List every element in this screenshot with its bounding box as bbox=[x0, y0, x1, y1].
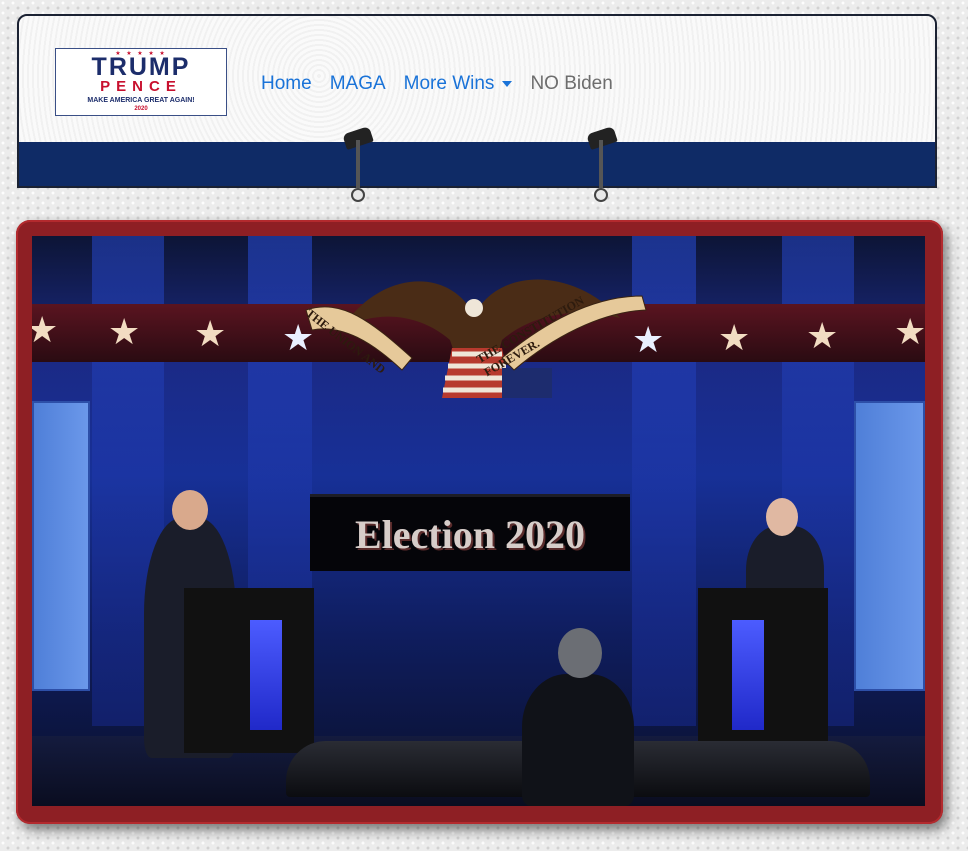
right-podium bbox=[698, 588, 828, 753]
title-screen: Election 2020 bbox=[310, 494, 630, 571]
nav-no-biden-link[interactable]: NO Biden bbox=[530, 73, 612, 95]
chevron-down-icon bbox=[502, 81, 513, 87]
star-icon: ★ bbox=[32, 309, 59, 350]
left-candidate-head bbox=[172, 490, 208, 530]
stage-title: Election 2020 bbox=[355, 512, 585, 557]
nav-more-wins-dropdown[interactable]: More Wins bbox=[404, 73, 513, 95]
star-icon: ★ bbox=[894, 311, 925, 352]
campaign-logo[interactable]: ★ ★ ★ ★ ★ TRUMP PENCE MAKE AMERICA GREAT… bbox=[55, 48, 227, 116]
star-icon: ★ bbox=[108, 311, 141, 352]
nav-maga-link[interactable]: MAGA bbox=[330, 73, 386, 95]
nav-home-link[interactable]: Home bbox=[261, 73, 312, 95]
navbar: ★ ★ ★ ★ ★ TRUMP PENCE MAKE AMERICA GREAT… bbox=[17, 14, 937, 188]
logo-year: 2020 bbox=[134, 106, 148, 112]
left-constitution-panel bbox=[32, 401, 90, 691]
moderator-head bbox=[558, 628, 602, 678]
moderator-figure bbox=[522, 674, 634, 806]
star-icon: ★ bbox=[806, 315, 839, 356]
hanger-ring-icon bbox=[351, 188, 365, 202]
star-icon: ★ bbox=[194, 313, 227, 354]
nav-accent-strip bbox=[19, 142, 935, 186]
nav-links: Home MAGA More Wins NO Biden bbox=[261, 73, 631, 95]
podium-light bbox=[250, 620, 282, 730]
right-constitution-panel bbox=[854, 401, 925, 691]
logo-slogan: MAKE AMERICA GREAT AGAIN! bbox=[87, 97, 195, 104]
eagle-emblem: THE UNION AND THE CONSTITUTION FOREVER. bbox=[302, 258, 652, 416]
hanger-ring-icon bbox=[594, 188, 608, 202]
hanger-wire bbox=[594, 140, 608, 202]
star-icon: ★ bbox=[718, 317, 751, 358]
hanger-wire bbox=[351, 140, 365, 202]
debate-stage-image: ★ ★ ★ ★ ★ ★ ★ ★ THE UNION AND THE CONSTI… bbox=[32, 236, 925, 806]
logo-pence: PENCE bbox=[100, 78, 182, 95]
picture-frame: ★ ★ ★ ★ ★ ★ ★ ★ THE UNION AND THE CONSTI… bbox=[16, 220, 943, 824]
podium-light bbox=[732, 620, 764, 730]
nav-more-wins-label: More Wins bbox=[403, 73, 495, 94]
left-podium bbox=[184, 588, 314, 753]
right-candidate-head bbox=[766, 498, 798, 536]
